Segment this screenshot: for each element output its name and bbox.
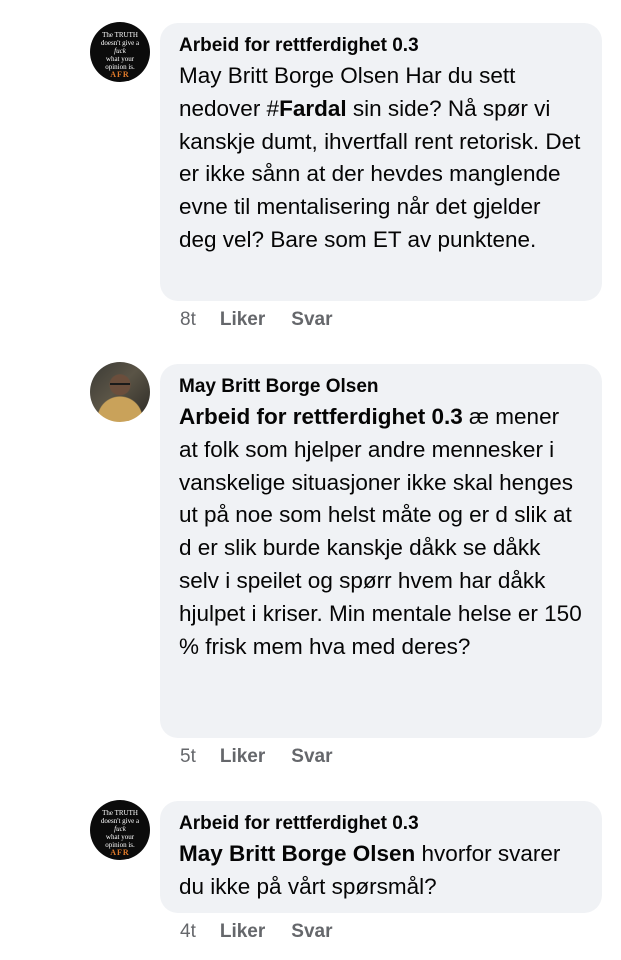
comment-bubble: Arbeid for rettferdighet 0.3 May Britt B…: [160, 801, 602, 913]
reply-button[interactable]: Svar: [291, 921, 332, 942]
avatar-logo-text: what your: [105, 833, 135, 841]
like-button[interactable]: Liker: [220, 309, 265, 330]
avatar-photo-detail: [110, 383, 130, 389]
reply-button[interactable]: Svar: [291, 309, 332, 330]
avatar-logo-text: AFR: [110, 848, 130, 857]
avatar-logo-text: doesn't give a: [100, 817, 140, 825]
comment-text-part: æ mener at folk som hjelper andre mennes…: [179, 404, 582, 659]
avatar[interactable]: [90, 362, 150, 422]
like-button[interactable]: Liker: [220, 921, 265, 942]
avatar-logo-text: fuck: [114, 47, 126, 55]
avatar-logo-text: The TRUTH: [102, 809, 138, 817]
comment-actions: 5t Liker Svar: [180, 746, 332, 768]
comment-text: Arbeid for rettferdighet 0.3 æ mener at …: [179, 401, 582, 663]
avatar-logo-text: fuck: [114, 825, 126, 833]
hashtag-link[interactable]: Fardal: [279, 96, 347, 121]
avatar[interactable]: The TRUTH doesn't give a fuck what your …: [90, 22, 150, 82]
mention-link[interactable]: Arbeid for rettferdighet 0.3: [179, 404, 463, 429]
avatar-logo-text: AFR: [110, 70, 130, 79]
avatar-logo-text: what your: [105, 55, 135, 63]
comment-author[interactable]: Arbeid for rettferdighet 0.3: [179, 812, 582, 836]
comment-timestamp[interactable]: 8t: [180, 309, 196, 330]
comment-bubble: May Britt Borge Olsen Arbeid for rettfer…: [160, 364, 602, 738]
comment-actions: 4t Liker Svar: [180, 921, 332, 943]
comment-text: May Britt Borge Olsen hvorfor svarer du …: [179, 838, 582, 904]
avatar-logo-text: doesn't give a: [100, 39, 140, 47]
comment-actions: 8t Liker Svar: [180, 309, 332, 331]
comment-text: May Britt Borge Olsen Har du sett nedove…: [179, 60, 582, 257]
comment-timestamp[interactable]: 4t: [180, 921, 196, 942]
like-button[interactable]: Liker: [220, 746, 265, 767]
reply-button[interactable]: Svar: [291, 746, 332, 767]
comment-timestamp[interactable]: 5t: [180, 746, 196, 767]
mention-link[interactable]: May Britt Borge Olsen: [179, 841, 415, 866]
avatar-logo-text: The TRUTH: [102, 31, 138, 39]
avatar[interactable]: The TRUTH doesn't give a fuck what your …: [90, 800, 150, 860]
comment-author[interactable]: Arbeid for rettferdighet 0.3: [179, 34, 582, 58]
comment-author[interactable]: May Britt Borge Olsen: [179, 375, 582, 399]
comment-bubble: Arbeid for rettferdighet 0.3 May Britt B…: [160, 23, 602, 301]
